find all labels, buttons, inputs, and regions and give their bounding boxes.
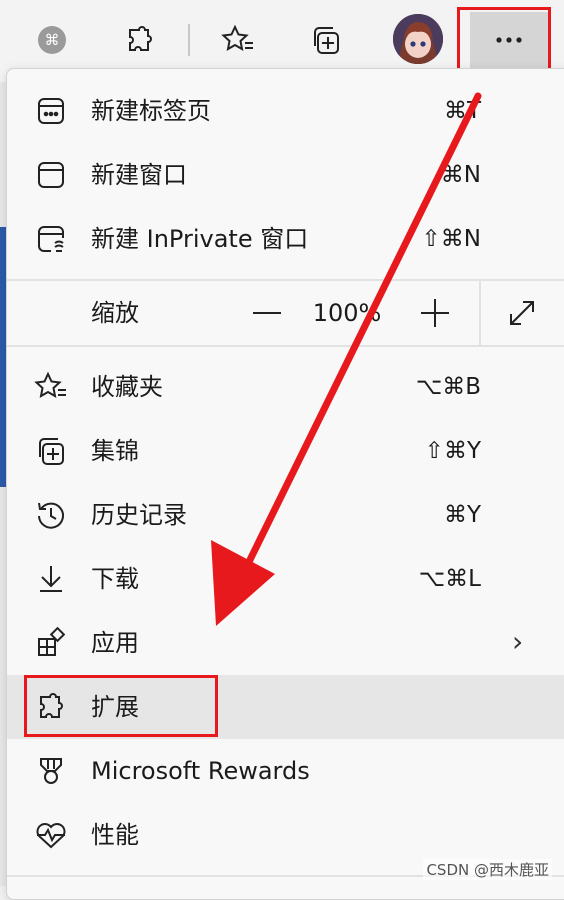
profile-avatar[interactable] bbox=[393, 14, 443, 64]
menu-divider bbox=[7, 345, 564, 347]
browser-menu: 新建标签页 ⌘T 新建窗口 ⌘N 新建 InPrivate 窗口 ⇧⌘N 缩放 … bbox=[6, 68, 564, 900]
menu-item-label: Microsoft Rewards bbox=[91, 757, 310, 785]
menu-item-label: 历史记录 bbox=[91, 501, 187, 529]
zoom-label: 缩放 bbox=[91, 299, 139, 327]
annotation-box-extensions bbox=[24, 675, 218, 737]
menu-item-shortcut: ⇧⌘Y bbox=[424, 438, 481, 464]
menu-item-shortcut: ⌥⌘B bbox=[415, 374, 481, 400]
fullscreen-icon bbox=[510, 301, 534, 325]
menu-item-shortcut: ⇧⌘N bbox=[421, 226, 481, 252]
menu-item-collections[interactable]: 集锦 ⇧⌘Y bbox=[7, 419, 564, 483]
menu-item-label: 集锦 bbox=[91, 437, 139, 465]
performance-icon bbox=[33, 817, 69, 853]
menu-item-performance[interactable]: 性能 bbox=[7, 803, 564, 867]
menu-item-label: 应用 bbox=[91, 629, 139, 657]
zoom-value: 100% bbox=[312, 299, 382, 327]
menu-item-shortcut: ⌘Y bbox=[443, 502, 481, 528]
menu-item-rewards[interactable]: Microsoft Rewards bbox=[7, 739, 564, 803]
menu-item-shortcut: ⌘N bbox=[440, 162, 481, 188]
favorites-star-icon[interactable] bbox=[210, 12, 266, 68]
new-tab-icon bbox=[33, 93, 69, 129]
zoom-out-button[interactable] bbox=[243, 287, 291, 339]
extensions-puzzle-icon[interactable] bbox=[112, 12, 168, 68]
menu-item-new-tab[interactable]: 新建标签页 ⌘T bbox=[7, 79, 564, 143]
menu-item-label: 新建窗口 bbox=[91, 161, 187, 189]
menu-item-label: 下载 bbox=[91, 565, 139, 593]
collections-icon bbox=[33, 433, 69, 469]
new-window-icon bbox=[33, 157, 69, 193]
menu-item-label: 新建标签页 bbox=[91, 97, 211, 125]
menu-item-history[interactable]: 历史记录 ⌘Y bbox=[7, 483, 564, 547]
menu-item-label: 新建 InPrivate 窗口 bbox=[91, 225, 309, 253]
fullscreen-button[interactable] bbox=[497, 287, 547, 339]
zoom-separator bbox=[479, 281, 481, 345]
menu-item-downloads[interactable]: 下载 ⌥⌘L bbox=[7, 547, 564, 611]
menu-item-apps[interactable]: 应用 › bbox=[7, 611, 564, 675]
menu-item-label: 性能 bbox=[91, 821, 139, 849]
menu-item-favorites[interactable]: 收藏夹 ⌥⌘B bbox=[7, 355, 564, 419]
chevron-right-icon: › bbox=[512, 625, 524, 658]
menu-item-inprivate[interactable]: 新建 InPrivate 窗口 ⇧⌘N bbox=[7, 207, 564, 271]
inprivate-icon bbox=[33, 221, 69, 257]
app-icon[interactable]: ⌘ bbox=[24, 12, 80, 68]
menu-item-new-window[interactable]: 新建窗口 ⌘N bbox=[7, 143, 564, 207]
favorites-icon bbox=[33, 369, 69, 405]
annotation-box-more bbox=[457, 7, 551, 74]
svg-text:⌘: ⌘ bbox=[45, 31, 60, 49]
collections-icon[interactable] bbox=[298, 12, 354, 68]
history-icon bbox=[33, 497, 69, 533]
rewards-icon bbox=[33, 753, 69, 789]
menu-item-shortcut: ⌘T bbox=[443, 98, 481, 124]
toolbar-separator bbox=[188, 24, 190, 56]
menu-item-shortcut: ⌥⌘L bbox=[418, 566, 481, 592]
download-icon bbox=[33, 561, 69, 597]
apps-icon bbox=[33, 625, 69, 661]
menu-item-label: 收藏夹 bbox=[91, 373, 163, 401]
zoom-in-button[interactable] bbox=[411, 287, 459, 339]
watermark: CSDN @西木鹿亚 bbox=[423, 859, 552, 880]
